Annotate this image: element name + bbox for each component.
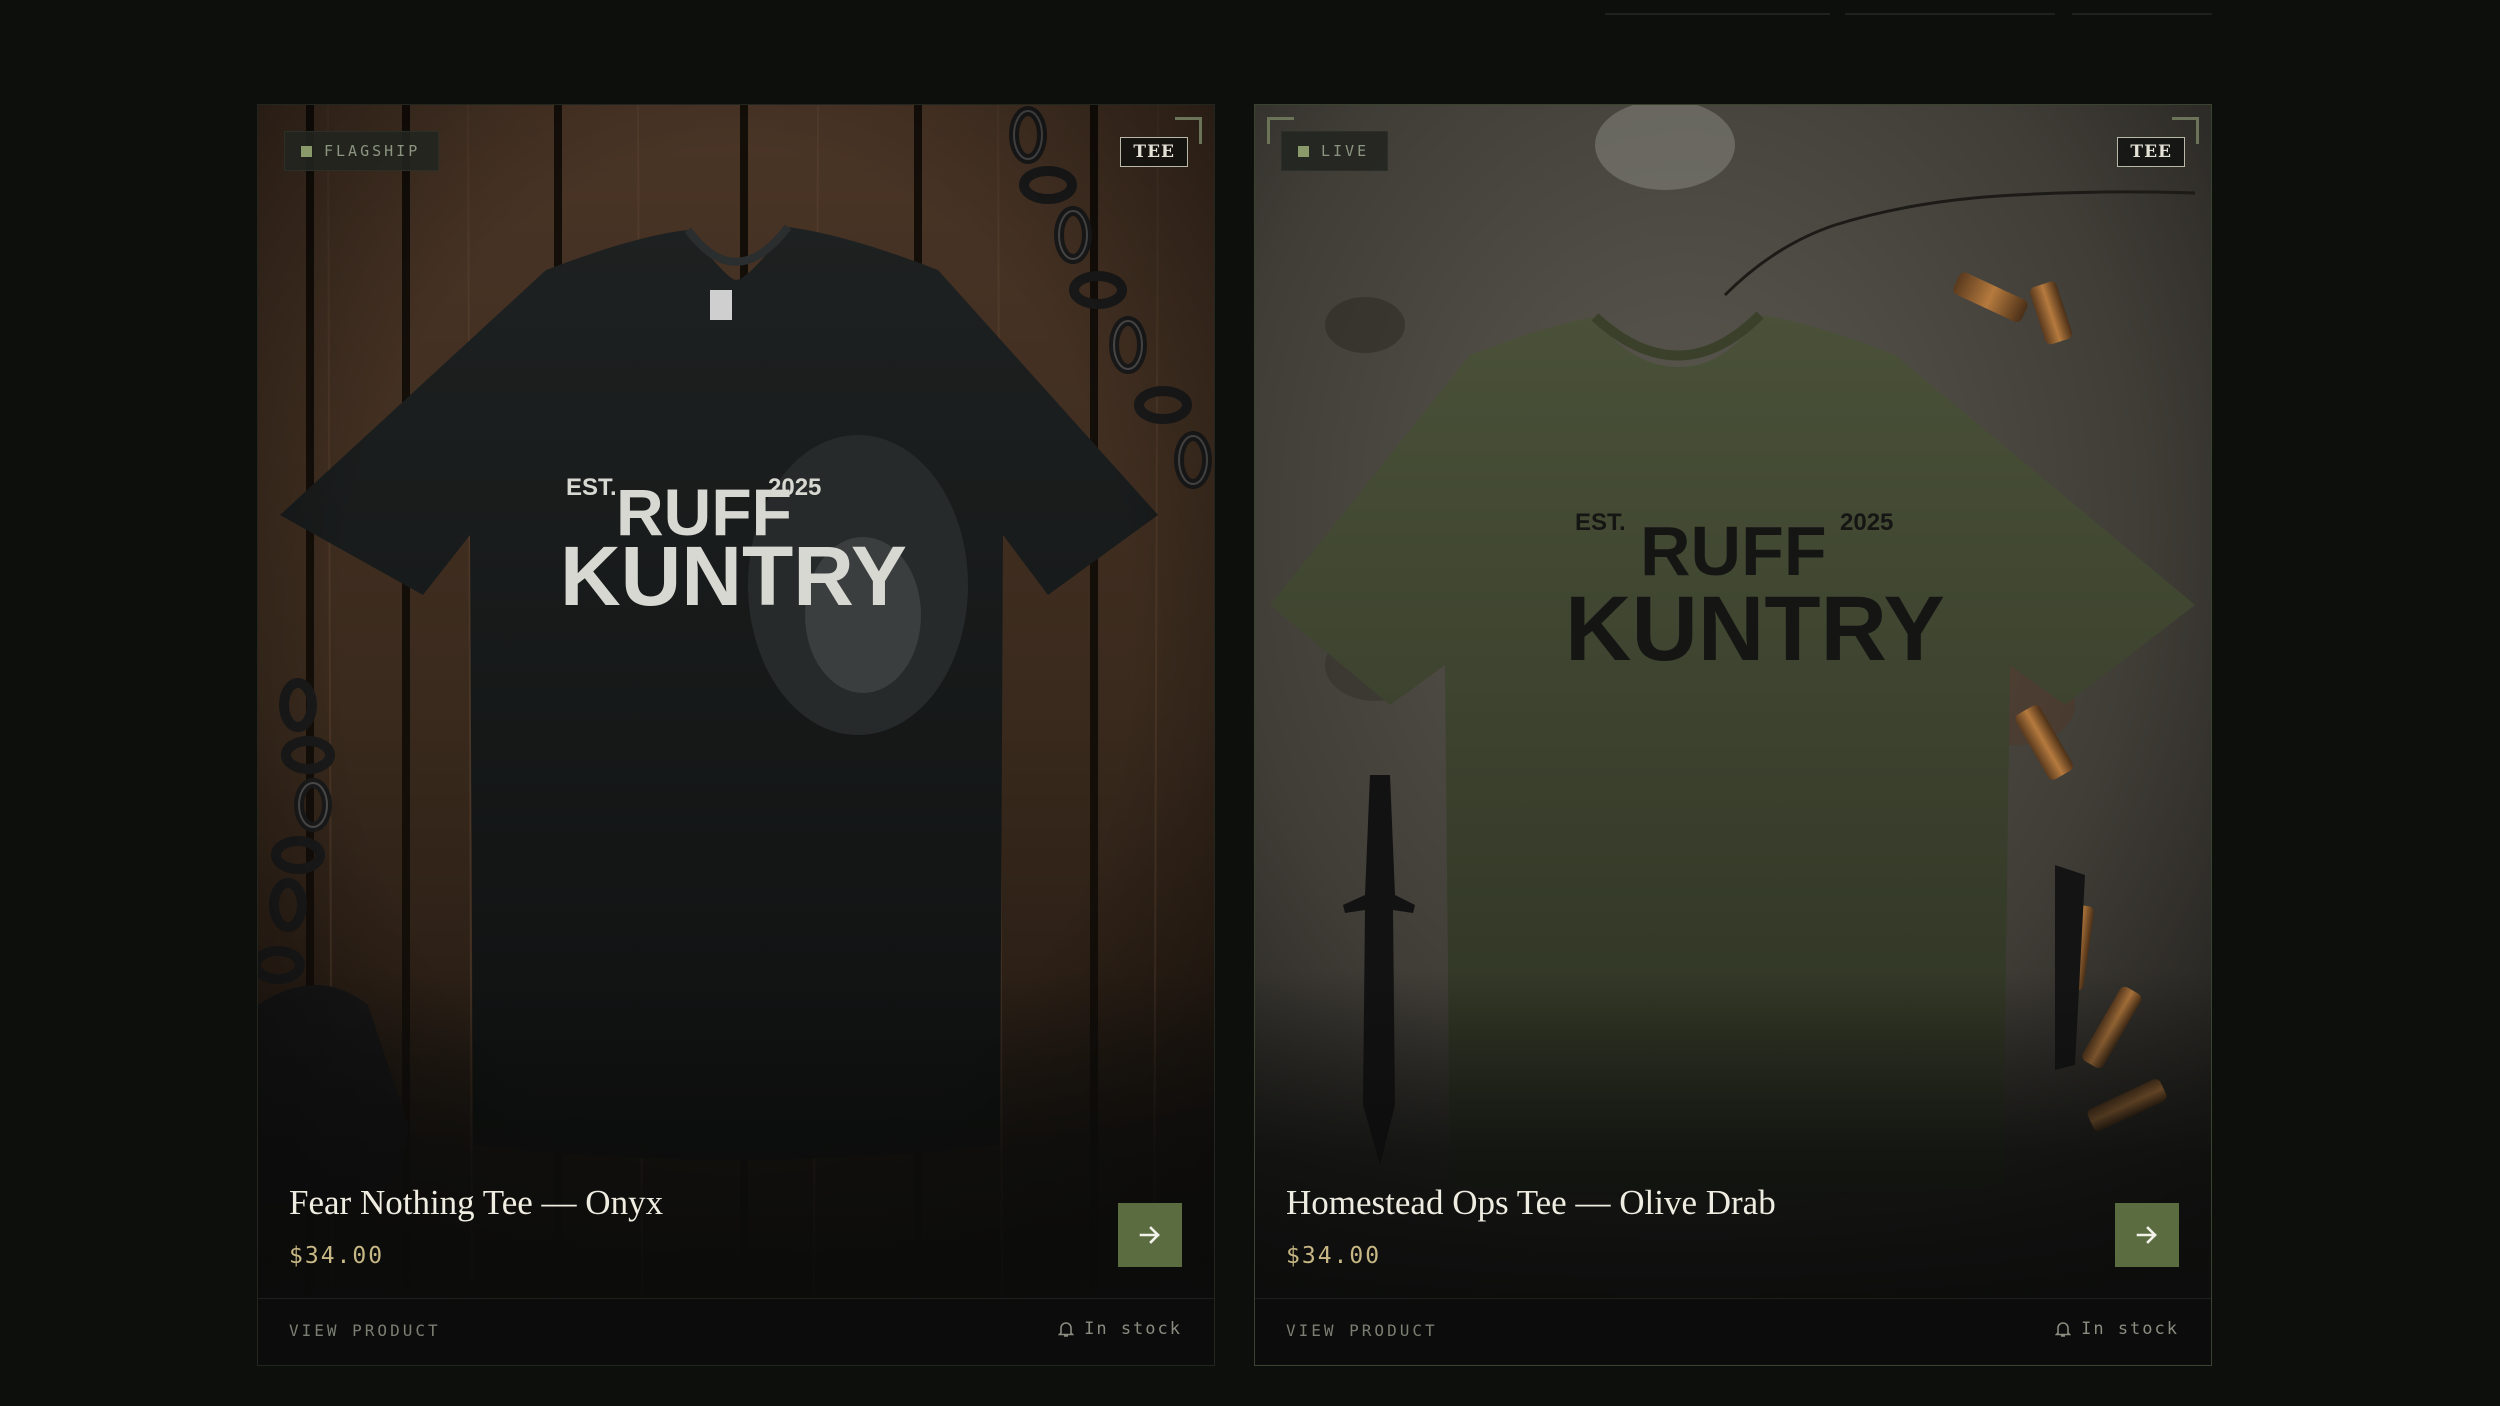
top-divider (1845, 13, 2055, 15)
bell-icon (1058, 1322, 1075, 1337)
shirt-print: EST. 2025 RUFF KUNTRY (1565, 509, 1945, 680)
card-footer: VIEW PRODUCT In stock (258, 1298, 1214, 1365)
arrow-right-icon (2136, 1226, 2157, 1244)
svg-text:KUNTRY: KUNTRY (1565, 578, 1945, 680)
bell-icon (2055, 1322, 2072, 1337)
arrow-right-icon (1139, 1226, 1160, 1244)
status-badge: LIVE (1281, 131, 1389, 171)
image-gradient-overlay (258, 971, 1214, 1301)
view-product-link[interactable]: VIEW PRODUCT (1286, 1321, 1438, 1340)
image-gradient-overlay (1255, 971, 2211, 1301)
product-image[interactable]: EST. 2025 RUFF KUNTRY (1255, 105, 2211, 1301)
product-name[interactable]: Fear Nothing Tee — Onyx (289, 1183, 663, 1223)
top-divider (1605, 13, 1830, 15)
card-footer: VIEW PRODUCT In stock (1255, 1298, 2211, 1365)
product-price: $34.00 (1286, 1243, 1382, 1269)
stock-status: In stock (2055, 1319, 2179, 1339)
status-badge: FLAGSHIP (284, 131, 440, 171)
open-product-button[interactable] (1118, 1203, 1182, 1267)
product-type-tag: TEE (1120, 137, 1188, 167)
stock-status: In stock (1058, 1319, 1182, 1339)
stock-label: In stock (2081, 1319, 2179, 1339)
product-name[interactable]: Homestead Ops Tee — Olive Drab (1286, 1183, 1776, 1223)
product-card[interactable]: EST. 2025 RUFF KUNTRY FLAGSHIP TEE Fear … (257, 104, 1215, 1366)
status-dot-icon (301, 145, 312, 157)
product-image[interactable]: EST. 2025 RUFF KUNTRY (258, 105, 1214, 1301)
product-type-tag: TEE (2117, 137, 2185, 167)
product-grid-page: EST. 2025 RUFF KUNTRY FLAGSHIP TEE Fear … (0, 0, 2500, 1406)
svg-text:2025: 2025 (1840, 509, 1893, 536)
status-badge-label: FLAGSHIP (324, 142, 421, 160)
status-dot-icon (1298, 145, 1309, 157)
product-price: $34.00 (289, 1243, 385, 1269)
top-divider (2072, 13, 2212, 15)
status-badge-label: LIVE (1321, 142, 1370, 160)
svg-text:EST.: EST. (1575, 509, 1626, 536)
product-card[interactable]: EST. 2025 RUFF KUNTRY LIVE TEE Homestead… (1254, 104, 2212, 1366)
open-product-button[interactable] (2115, 1203, 2179, 1267)
stock-label: In stock (1084, 1319, 1182, 1339)
view-product-link[interactable]: VIEW PRODUCT (289, 1321, 441, 1340)
